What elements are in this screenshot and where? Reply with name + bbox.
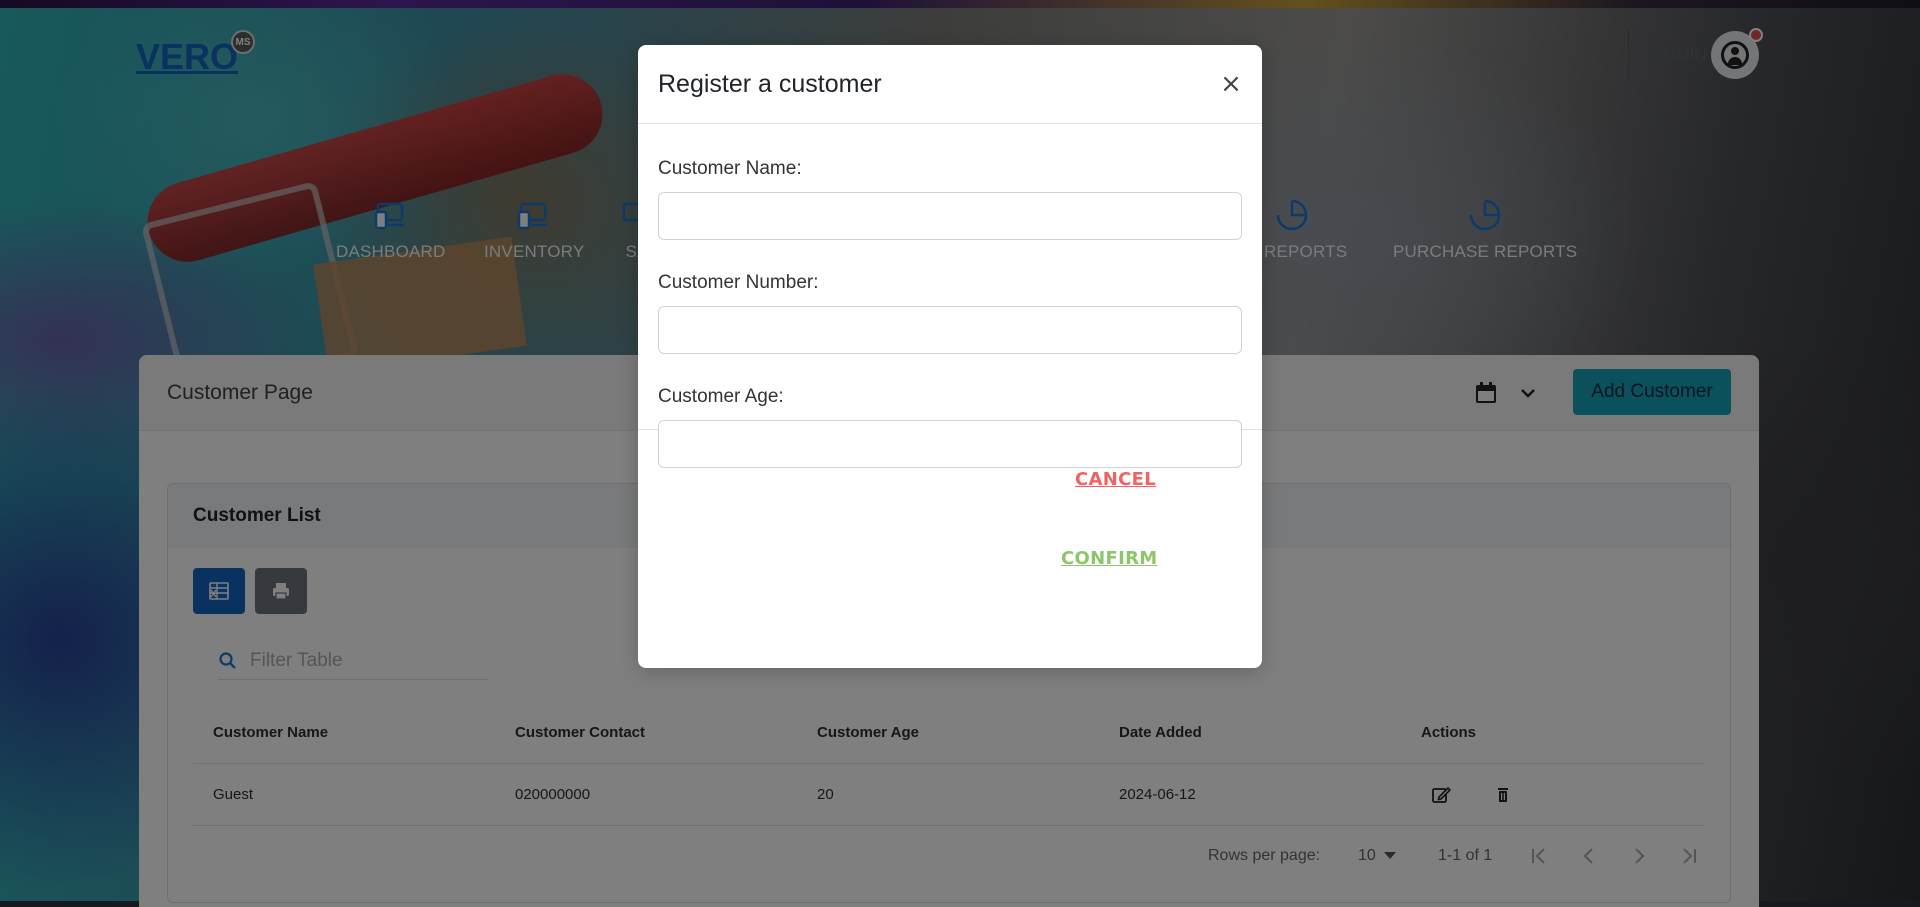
modal-body: Customer Name: Customer Number: Customer… [638,124,1262,468]
customer-number-input[interactable] [658,306,1242,354]
confirm-button[interactable]: CONFIRM [1061,548,1157,569]
modal-header: Register a customer × [638,45,1262,124]
close-icon[interactable]: × [1218,71,1244,97]
customer-age-label: Customer Age: [658,386,784,407]
customer-name-label: Customer Name: [658,158,802,179]
customer-name-input[interactable] [658,192,1242,240]
cancel-button[interactable]: CANCEL [1075,469,1156,490]
modal-footer: CANCEL CONFIRM [638,430,1262,666]
register-customer-modal: Register a customer × Customer Name: Cus… [638,45,1262,668]
customer-number-label: Customer Number: [658,272,819,293]
modal-title: Register a customer [658,69,882,98]
